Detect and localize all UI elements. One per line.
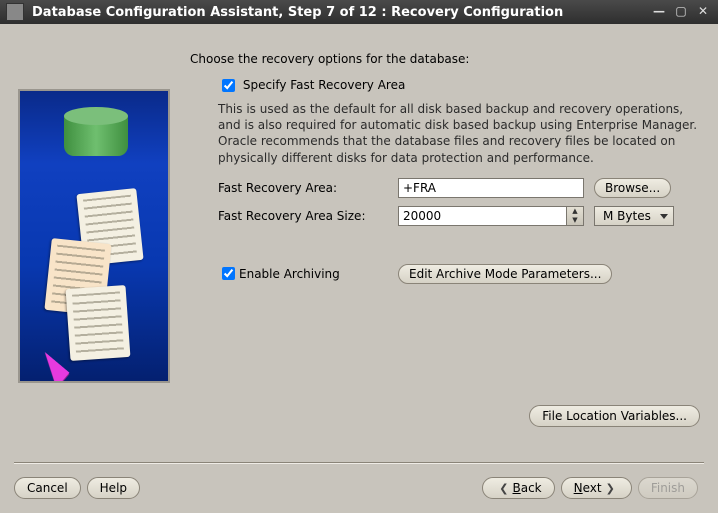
edit-archive-params-button[interactable]: Edit Archive Mode Parameters... <box>398 264 612 284</box>
spinner-down-icon[interactable]: ▼ <box>567 216 583 225</box>
finish-button: Finish <box>638 477 698 499</box>
cancel-button[interactable]: Cancel <box>14 477 81 499</box>
finish-label: Finish <box>651 481 685 495</box>
enable-archiving-checkbox[interactable] <box>222 267 235 280</box>
titlebar: Database Configuration Assistant, Step 7… <box>0 0 718 24</box>
spinner-up-icon[interactable]: ▲ <box>567 207 583 216</box>
specify-fra-checkbox[interactable] <box>222 79 235 92</box>
close-icon[interactable]: ✕ <box>694 5 712 19</box>
fra-size-input[interactable] <box>398 206 566 226</box>
next-mnemonic: N <box>574 481 583 495</box>
intro-text: Choose the recovery options for the data… <box>190 52 700 66</box>
fra-size-unit-select[interactable]: M Bytes <box>594 206 674 226</box>
separator <box>14 462 704 463</box>
back-arrow-icon: ❮ <box>499 482 508 495</box>
next-button[interactable]: Next ❯ <box>561 477 632 499</box>
minimize-icon[interactable]: — <box>650 5 668 19</box>
fra-description: This is used as the default for all disk… <box>218 101 700 166</box>
dialog-window: Database Configuration Assistant, Step 7… <box>0 0 718 513</box>
next-arrow-icon: ❯ <box>606 482 615 495</box>
help-button[interactable]: Help <box>87 477 140 499</box>
specify-fra-row: Specify Fast Recovery Area <box>218 76 700 95</box>
chevron-down-icon <box>660 214 668 219</box>
button-bar: Cancel Help ❮ Back Next ❯ Finish <box>14 475 704 501</box>
maximize-icon[interactable]: ▢ <box>672 5 690 19</box>
app-icon <box>6 3 24 21</box>
enable-archiving-label: Enable Archiving <box>239 267 340 281</box>
fra-path-label: Fast Recovery Area: <box>218 181 398 195</box>
fra-size-stepper[interactable]: ▲ ▼ <box>566 206 584 226</box>
file-location-variables-button[interactable]: File Location Variables... <box>529 405 700 427</box>
fra-size-label: Fast Recovery Area Size: <box>218 209 398 223</box>
sidebar-graphic <box>18 89 170 383</box>
dialog-body: Choose the recovery options for the data… <box>0 24 718 513</box>
fra-path-row: Fast Recovery Area: Browse... <box>218 178 700 198</box>
database-cylinder-icon <box>64 107 128 163</box>
browse-button[interactable]: Browse... <box>594 178 671 198</box>
enable-archiving-row: Enable Archiving Edit Archive Mode Param… <box>218 264 700 284</box>
arrow-icon <box>18 334 69 383</box>
fra-size-row: Fast Recovery Area Size: ▲ ▼ M Bytes <box>218 206 700 226</box>
fra-path-input[interactable] <box>398 178 584 198</box>
specify-fra-label: Specify Fast Recovery Area <box>243 78 405 92</box>
content-area: Choose the recovery options for the data… <box>190 52 700 427</box>
back-button[interactable]: ❮ Back <box>482 477 554 499</box>
fra-size-spinner: ▲ ▼ <box>398 206 584 226</box>
fra-size-unit-value: M Bytes <box>603 209 651 223</box>
window-title: Database Configuration Assistant, Step 7… <box>32 5 646 20</box>
document-icon <box>66 285 131 361</box>
back-mnemonic: B <box>513 481 521 495</box>
